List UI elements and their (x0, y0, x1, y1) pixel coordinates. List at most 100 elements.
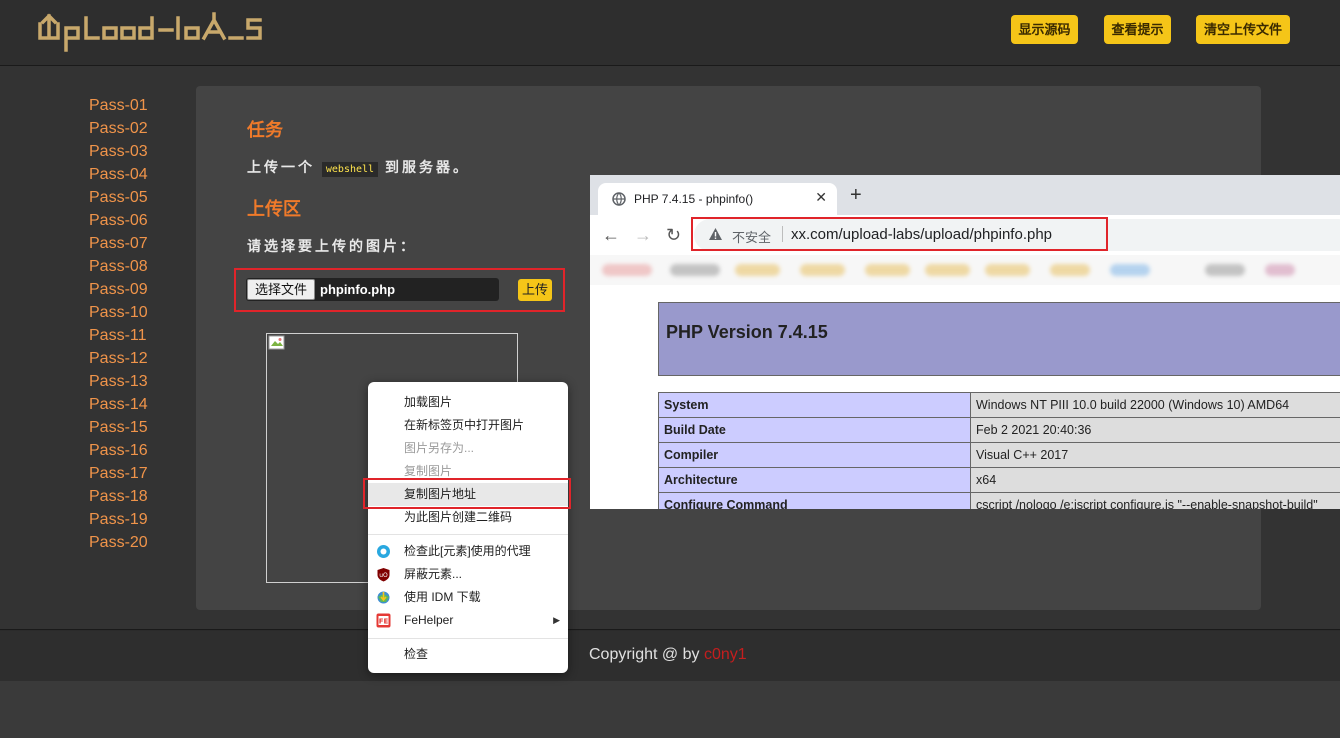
row-key: Build Date (658, 417, 971, 443)
bookmark-item[interactable] (985, 264, 1030, 276)
idm-icon (377, 591, 390, 604)
fehelper-icon: FE (376, 613, 391, 628)
menu-item-pass-15[interactable]: Pass-15 (89, 416, 148, 439)
svg-text:FE: FE (379, 618, 389, 626)
copy-address-highlight (363, 478, 571, 509)
context-menu: 加载图片 在新标签页中打开图片 图片另存为... 复制图片 复制图片地址 为此图… (368, 382, 568, 673)
ctx-proxy-label: 检查此[元素]使用的代理 (404, 544, 531, 558)
tab-phpinfo[interactable]: PHP 7.4.15 - phpinfo() ✕ (598, 183, 837, 215)
bookmark-item[interactable] (800, 264, 845, 276)
php-version-title: PHP Version 7.4.15 (666, 322, 828, 342)
header: 显示源码 查看提示 清空上传文件 (0, 0, 1340, 66)
bookmark-item[interactable] (1050, 264, 1090, 276)
author-link[interactable]: c0ny1 (704, 646, 747, 663)
menu-item-pass-05[interactable]: Pass-05 (89, 186, 148, 209)
task-heading: 任务 (247, 120, 283, 140)
menu-item-pass-14[interactable]: Pass-14 (89, 393, 148, 416)
ctx-inspect[interactable]: 检查 (368, 643, 568, 666)
back-icon[interactable]: ← (602, 225, 620, 246)
webshell-code: webshell (321, 162, 379, 177)
row-key: System (658, 392, 971, 418)
table-row: Compiler Visual C++ 2017 (658, 442, 1340, 468)
menu-separator (368, 534, 568, 535)
bookmark-item[interactable] (1265, 264, 1295, 276)
globe-icon (612, 192, 626, 206)
upload-prompt: 请选择要上传的图片： (247, 238, 417, 254)
menu-item-pass-08[interactable]: Pass-08 (89, 255, 148, 278)
menu-item-pass-06[interactable]: Pass-06 (89, 209, 148, 232)
bookmark-item[interactable] (1110, 264, 1150, 276)
menu-item-pass-12[interactable]: Pass-12 (89, 347, 148, 370)
show-source-button[interactable]: 显示源码 (1011, 15, 1078, 44)
menu-item-pass-19[interactable]: Pass-19 (89, 508, 148, 531)
row-key: Configure Command (658, 492, 971, 509)
menu-item-pass-11[interactable]: Pass-11 (89, 324, 148, 347)
menu-item-pass-03[interactable]: Pass-03 (89, 140, 148, 163)
menu-item-pass-09[interactable]: Pass-09 (89, 278, 148, 301)
new-tab-icon[interactable]: + (850, 185, 862, 205)
row-key: Compiler (658, 442, 971, 468)
bookmark-item[interactable] (602, 264, 652, 276)
reload-icon[interactable]: ↻ (666, 225, 681, 246)
choose-file-button[interactable]: 选择文件 (247, 279, 315, 300)
browser-screenshot: PHP 7.4.15 - phpinfo() ✕ + ← → ↻ 不安全 xx.… (590, 175, 1340, 509)
bookmark-item[interactable] (735, 264, 780, 276)
ctx-save-image-as[interactable]: 图片另存为... (368, 437, 568, 460)
table-row: System Windows NT PIII 10.0 build 22000 (… (658, 392, 1340, 418)
row-value: Feb 2 2021 20:40:36 (970, 417, 1340, 443)
task-text-before: 上传一个 (247, 159, 315, 175)
bookmark-item[interactable] (865, 264, 910, 276)
table-row: Build Date Feb 2 2021 20:40:36 (658, 417, 1340, 443)
menu-item-pass-04[interactable]: Pass-04 (89, 163, 148, 186)
row-value: x64 (970, 467, 1340, 493)
ctx-fehelper[interactable]: FE FeHelper ▶ (368, 609, 568, 632)
svg-text:uO: uO (379, 572, 388, 579)
menu-item-pass-20[interactable]: Pass-20 (89, 531, 148, 554)
bookmark-item[interactable] (1205, 264, 1245, 276)
phpinfo-table: System Windows NT PIII 10.0 build 22000 (… (658, 392, 1340, 509)
selected-file-name: phpinfo.php (320, 282, 396, 297)
forward-icon[interactable]: → (634, 225, 652, 246)
submenu-arrow-icon: ▶ (553, 615, 560, 625)
ctx-load-image[interactable]: 加载图片 (368, 391, 568, 414)
bookmark-item[interactable] (925, 264, 970, 276)
broken-image-icon (268, 335, 285, 350)
pass-menu: Pass-01 Pass-02 Pass-03 Pass-04 Pass-05 … (89, 94, 148, 554)
task-text-after: 到服务器。 (384, 159, 470, 175)
menu-item-pass-13[interactable]: Pass-13 (89, 370, 148, 393)
clear-uploads-button[interactable]: 清空上传文件 (1196, 15, 1290, 44)
tab-title: PHP 7.4.15 - phpinfo() (634, 192, 754, 206)
bookmark-item[interactable] (670, 264, 720, 276)
footer-copyright: Copyright @ by c0ny1 (589, 646, 747, 664)
menu-item-pass-17[interactable]: Pass-17 (89, 462, 148, 485)
menu-item-pass-01[interactable]: Pass-01 (89, 94, 148, 117)
upload-labs-logo[interactable] (36, 10, 266, 54)
menu-item-pass-18[interactable]: Pass-18 (89, 485, 148, 508)
ctx-idm-download[interactable]: 使用 IDM 下载 (368, 586, 568, 609)
ctx-fehelper-label: FeHelper (404, 613, 454, 627)
ctx-block-label: 屏蔽元素... (404, 567, 463, 581)
proxy-icon (377, 545, 390, 558)
url-highlight (691, 217, 1108, 251)
menu-separator (368, 638, 568, 639)
menu-item-pass-02[interactable]: Pass-02 (89, 117, 148, 140)
menu-item-pass-07[interactable]: Pass-07 (89, 232, 148, 255)
ctx-create-qr-code[interactable]: 为此图片创建二维码 (368, 506, 568, 529)
task-description: 上传一个 webshell 到服务器。 (247, 157, 470, 177)
menu-item-pass-10[interactable]: Pass-10 (89, 301, 148, 324)
row-value: Windows NT PIII 10.0 build 22000 (Window… (970, 392, 1340, 418)
ublock-icon: uO (377, 568, 390, 582)
tab-close-icon[interactable]: ✕ (815, 189, 827, 206)
row-value: cscript /nologo /e:jscript configure.js … (970, 492, 1340, 509)
ctx-idm-label: 使用 IDM 下载 (404, 590, 481, 604)
upload-submit-button[interactable]: 上传 (518, 279, 552, 301)
view-hint-button[interactable]: 查看提示 (1104, 15, 1171, 44)
table-row: Architecture x64 (658, 467, 1340, 493)
bottom-strip (0, 681, 1340, 738)
ctx-open-image-new-tab[interactable]: 在新标签页中打开图片 (368, 414, 568, 437)
ctx-inspect-proxy[interactable]: 检查此[元素]使用的代理 (368, 540, 568, 563)
upload-heading: 上传区 (247, 199, 301, 219)
ctx-block-element[interactable]: uO 屏蔽元素... (368, 563, 568, 586)
menu-item-pass-16[interactable]: Pass-16 (89, 439, 148, 462)
table-row: Configure Command cscript /nologo /e:jscr… (658, 492, 1340, 509)
